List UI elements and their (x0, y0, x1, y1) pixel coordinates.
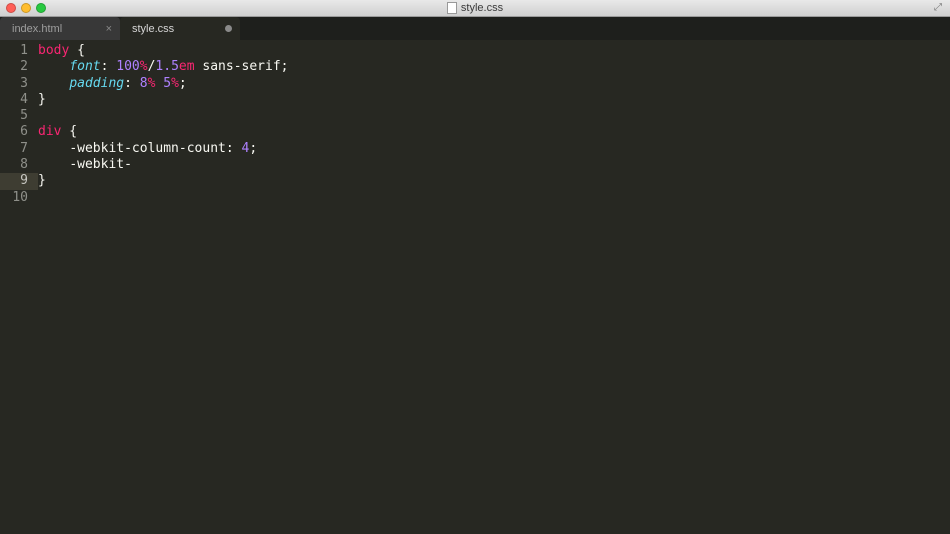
code-token (38, 59, 69, 74)
fullscreen-icon[interactable]: ⤢ (934, 2, 946, 14)
tab-label: style.css (132, 23, 174, 35)
zoom-window-button[interactable] (36, 3, 46, 13)
line-number: 5 (0, 108, 38, 124)
code-token (38, 157, 69, 172)
line-number: 10 (0, 190, 38, 206)
code-token: sans-serif (195, 59, 281, 74)
editor[interactable]: 1 2 3 4 5 6 7 8 9 10 body { font: 100%/1… (0, 40, 950, 534)
window-title-text: style.css (461, 2, 503, 14)
close-icon[interactable]: × (106, 23, 112, 35)
code-line[interactable]: div { (38, 124, 950, 140)
code-line[interactable]: -webkit- (38, 157, 950, 173)
code-token (38, 141, 69, 156)
code-token: % (140, 59, 148, 74)
code-line[interactable]: font: 100%/1.5em sans-serif; (38, 59, 950, 75)
code-token: } (38, 92, 46, 107)
code-token: : (124, 76, 140, 91)
code-token: 100 (116, 59, 139, 74)
code-line[interactable]: } (38, 173, 950, 189)
code-line[interactable]: body { (38, 43, 950, 59)
traffic-lights (0, 3, 46, 13)
window-title: style.css (0, 2, 950, 14)
code-token (38, 76, 69, 91)
code-token: 1.5 (155, 59, 178, 74)
line-number: 8 (0, 157, 38, 173)
code-token: } (38, 173, 46, 188)
minimize-window-button[interactable] (21, 3, 31, 13)
code-token: { (61, 124, 77, 139)
line-number: 1 (0, 43, 38, 59)
code-token: 8 (140, 76, 148, 91)
tab-bar: index.html × style.css (0, 17, 950, 40)
code-line[interactable] (38, 108, 950, 124)
code-token: -webkit- (69, 157, 132, 172)
code-token: % (171, 76, 179, 91)
code-token: 5 (163, 76, 171, 91)
code-token: ; (281, 59, 289, 74)
tab-style-css[interactable]: style.css (120, 17, 240, 40)
code-token: { (69, 43, 85, 58)
tab-label: index.html (12, 23, 62, 35)
code-line[interactable]: padding: 8% 5%; (38, 76, 950, 92)
code-token: em (179, 59, 195, 74)
line-number: 3 (0, 76, 38, 92)
code-area[interactable]: body { font: 100%/1.5em sans-serif; padd… (38, 40, 950, 534)
document-icon (447, 2, 457, 14)
code-token: font (69, 59, 100, 74)
code-token: -webkit-column-count (69, 141, 226, 156)
dirty-indicator-icon (225, 25, 232, 32)
code-token: : (226, 141, 242, 156)
code-token: : (101, 59, 117, 74)
code-line[interactable]: -webkit-column-count: 4; (38, 141, 950, 157)
code-token: padding (69, 76, 124, 91)
code-line[interactable]: } (38, 92, 950, 108)
code-token: body (38, 43, 69, 58)
line-number: 7 (0, 141, 38, 157)
line-number: 9 (0, 173, 38, 189)
line-number: 2 (0, 59, 38, 75)
code-token: ; (249, 141, 257, 156)
line-number: 6 (0, 124, 38, 140)
code-token: ; (179, 76, 187, 91)
line-number-gutter: 1 2 3 4 5 6 7 8 9 10 (0, 40, 38, 534)
line-number: 4 (0, 92, 38, 108)
tab-index-html[interactable]: index.html × (0, 17, 120, 40)
window-titlebar: style.css ⤢ (0, 0, 950, 17)
close-window-button[interactable] (6, 3, 16, 13)
code-token: div (38, 124, 61, 139)
